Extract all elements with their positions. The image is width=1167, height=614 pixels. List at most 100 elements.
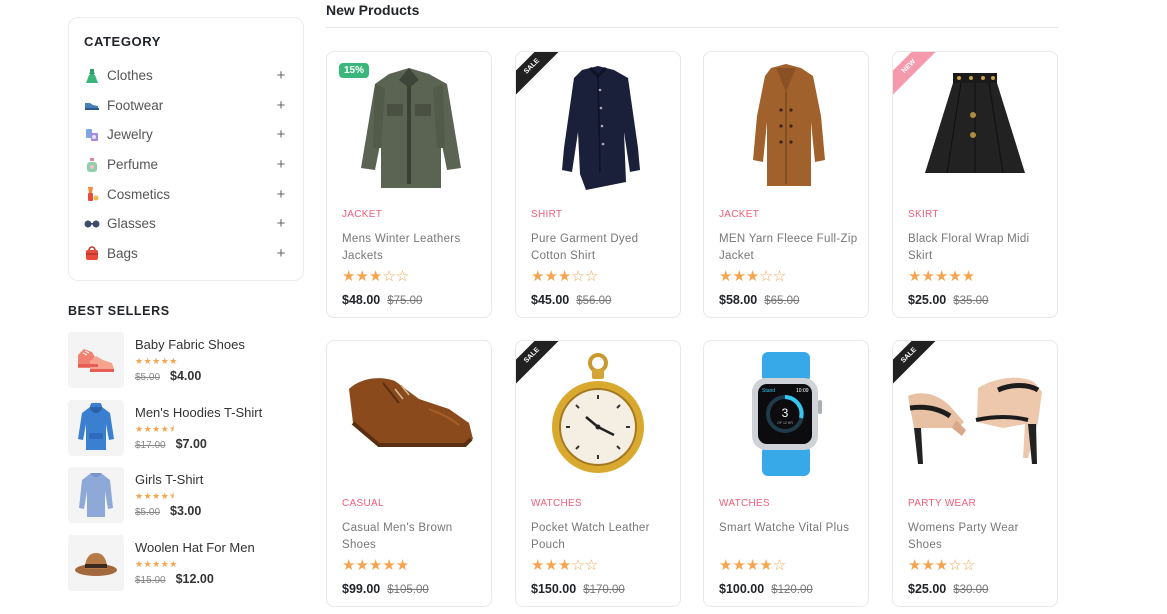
price: $3.00 xyxy=(170,504,202,518)
best-seller-name[interactable]: Baby Fabric Shoes xyxy=(135,337,245,352)
old-price: $75.00 xyxy=(387,295,423,307)
category-label: Jewelry xyxy=(107,127,153,143)
product-name[interactable]: Mens Winter Leathers Jackets xyxy=(342,231,482,265)
product-category[interactable]: CASUAL xyxy=(342,498,384,509)
product-name[interactable]: Smart Watche Vital Plus xyxy=(719,520,859,537)
shirt-image[interactable] xyxy=(516,52,680,197)
expand-icon[interactable]: + xyxy=(274,97,288,114)
product-card[interactable]: NEW SKIRT Black Floral Wrap Midi Skirt ★… xyxy=(892,51,1058,318)
product-name[interactable]: MEN Yarn Fleece Full-Zip Jacket xyxy=(719,231,859,265)
old-price: $5.00 xyxy=(135,507,161,518)
category-label: Bags xyxy=(107,245,138,261)
expand-icon[interactable]: + xyxy=(274,186,288,203)
product-category[interactable]: JACKET xyxy=(342,209,382,220)
hoodie-image[interactable] xyxy=(68,399,124,456)
price: $25.00 xyxy=(908,293,947,307)
product-category[interactable]: PARTY WEAR xyxy=(908,498,976,509)
category-item-jewelry[interactable]: Jewelry + xyxy=(84,120,288,150)
old-price: $56.00 xyxy=(576,295,612,307)
product-name[interactable]: Pocket Watch Leather Pouch xyxy=(531,520,671,554)
hat-image[interactable] xyxy=(68,534,124,591)
product-category[interactable]: SKIRT xyxy=(908,209,939,220)
baby-shoes-image[interactable] xyxy=(68,332,124,388)
product-card[interactable]: CASUAL Casual Men's Brown Shoes ★★★★★ $9… xyxy=(326,340,492,607)
old-price: $17.00 xyxy=(135,439,166,451)
price: $58.00 xyxy=(719,293,758,307)
price: $48.00 xyxy=(342,293,381,307)
price: $4.00 xyxy=(170,369,202,383)
product-card[interactable]: SALE WATCHES Pocket Watch Leather Pouch … xyxy=(515,340,681,607)
cosmetics-icon xyxy=(84,186,100,202)
expand-icon[interactable]: + xyxy=(274,126,288,143)
expand-icon[interactable]: + xyxy=(274,215,288,232)
product-category[interactable]: WATCHES xyxy=(531,498,582,509)
price: $150.00 xyxy=(531,582,577,596)
category-label: Glasses xyxy=(107,216,156,232)
category-item-cosmetics[interactable]: Cosmetics + xyxy=(84,179,288,209)
rating-stars: ★★★★☆ xyxy=(719,557,787,574)
rating-stars: ★★★★★ xyxy=(342,557,410,574)
rating-stars: ★★★☆☆ xyxy=(908,557,976,574)
expand-icon[interactable]: + xyxy=(274,156,288,173)
product-card[interactable]: Stand 10:09 3 OF 12 HR WATCHES Smart Wat… xyxy=(703,340,869,607)
jewelry-icon xyxy=(84,127,100,143)
category-item-footwear[interactable]: Footwear + xyxy=(84,91,288,121)
smartwatch-image[interactable]: Stand 10:09 3 OF 12 HR xyxy=(704,341,868,486)
price: $25.00 xyxy=(908,582,947,596)
best-seller-name[interactable]: Girls T-Shirt xyxy=(135,472,203,487)
category-panel: CATEGORY Clothes + Footwear + Jewelry + … xyxy=(68,17,304,281)
rating-stars: ★★★★★ xyxy=(135,356,178,366)
best-seller-name[interactable]: Men's Hoodies T-Shirt xyxy=(135,405,262,420)
rating-stars: ★★★☆☆ xyxy=(719,268,787,285)
best-seller-item[interactable]: Girls T-Shirt ★★★★⯨ $5.00 $3.00 xyxy=(68,467,304,535)
expand-icon[interactable]: + xyxy=(274,67,288,84)
best-seller-item[interactable]: Baby Fabric Shoes ★★★★★ $5.00 $4.00 xyxy=(68,332,304,400)
product-name[interactable]: Pure Garment Dyed Cotton Shirt xyxy=(531,231,671,265)
product-name[interactable]: Womens Party Wear Shoes xyxy=(908,520,1048,554)
category-item-clothes[interactable]: Clothes + xyxy=(84,61,288,91)
watch-screen-label: Stand xyxy=(762,388,775,394)
old-price: $5.00 xyxy=(135,372,161,383)
product-name[interactable]: Casual Men's Brown Shoes xyxy=(342,520,482,554)
product-card[interactable]: 15% JACKET Mens Winter Leathers Jackets … xyxy=(326,51,492,318)
product-card[interactable]: SALE PARTY WEAR Womens Party Wear Shoes … xyxy=(892,340,1058,607)
expand-icon[interactable]: + xyxy=(274,245,288,262)
skirt-image[interactable] xyxy=(893,52,1057,197)
category-title: CATEGORY xyxy=(84,34,162,49)
best-seller-item[interactable]: Woolen Hat For Men ★★★★★ $15.00 $12.00 xyxy=(68,534,304,603)
price: $7.00 xyxy=(175,436,207,451)
old-price: $30.00 xyxy=(953,584,989,596)
tshirt-image[interactable] xyxy=(68,467,124,523)
best-sellers-title: BEST SELLERS xyxy=(68,304,170,318)
watch-screen-value: 3 xyxy=(782,406,789,420)
product-category[interactable]: WATCHES xyxy=(719,498,770,509)
rating-stars: ★★★★⯨ xyxy=(135,491,175,501)
coat-image[interactable] xyxy=(704,52,868,197)
rating-stars: ★★★☆☆ xyxy=(531,268,599,285)
old-price: $35.00 xyxy=(953,295,989,307)
rating-stars: ★★★★★ xyxy=(908,268,976,285)
watch-screen-sub: OF 12 HR xyxy=(777,421,793,425)
category-label: Perfume xyxy=(107,157,159,173)
product-category[interactable]: JACKET xyxy=(719,209,759,220)
best-seller-name[interactable]: Woolen Hat For Men xyxy=(135,540,255,555)
product-card[interactable]: JACKET MEN Yarn Fleece Full-Zip Jacket ★… xyxy=(703,51,869,318)
bag-icon xyxy=(84,245,100,261)
pocket-watch-image[interactable] xyxy=(516,341,680,486)
product-card[interactable]: SALE SHIRT Pure Garment Dyed Cotton Shir… xyxy=(515,51,681,318)
rating-stars: ★★★★★ xyxy=(135,558,178,569)
category-label: Clothes xyxy=(107,68,153,84)
category-item-glasses[interactable]: Glasses + xyxy=(84,209,288,239)
product-category[interactable]: SHIRT xyxy=(531,209,562,220)
price: $99.00 xyxy=(342,582,381,596)
old-price: $65.00 xyxy=(764,295,800,307)
product-name[interactable]: Black Floral Wrap Midi Skirt xyxy=(908,231,1048,265)
perfume-icon xyxy=(84,157,100,173)
category-item-bags[interactable]: Bags + xyxy=(84,239,288,269)
old-price: $105.00 xyxy=(387,584,429,596)
category-item-perfume[interactable]: Perfume + xyxy=(84,150,288,180)
heels-image[interactable] xyxy=(893,341,1057,486)
best-seller-item[interactable]: Men's Hoodies T-Shirt ★★★★⯨ $17.00 $7.00 xyxy=(68,399,304,468)
price: $100.00 xyxy=(719,582,765,596)
brown-shoe-image[interactable] xyxy=(327,341,491,486)
